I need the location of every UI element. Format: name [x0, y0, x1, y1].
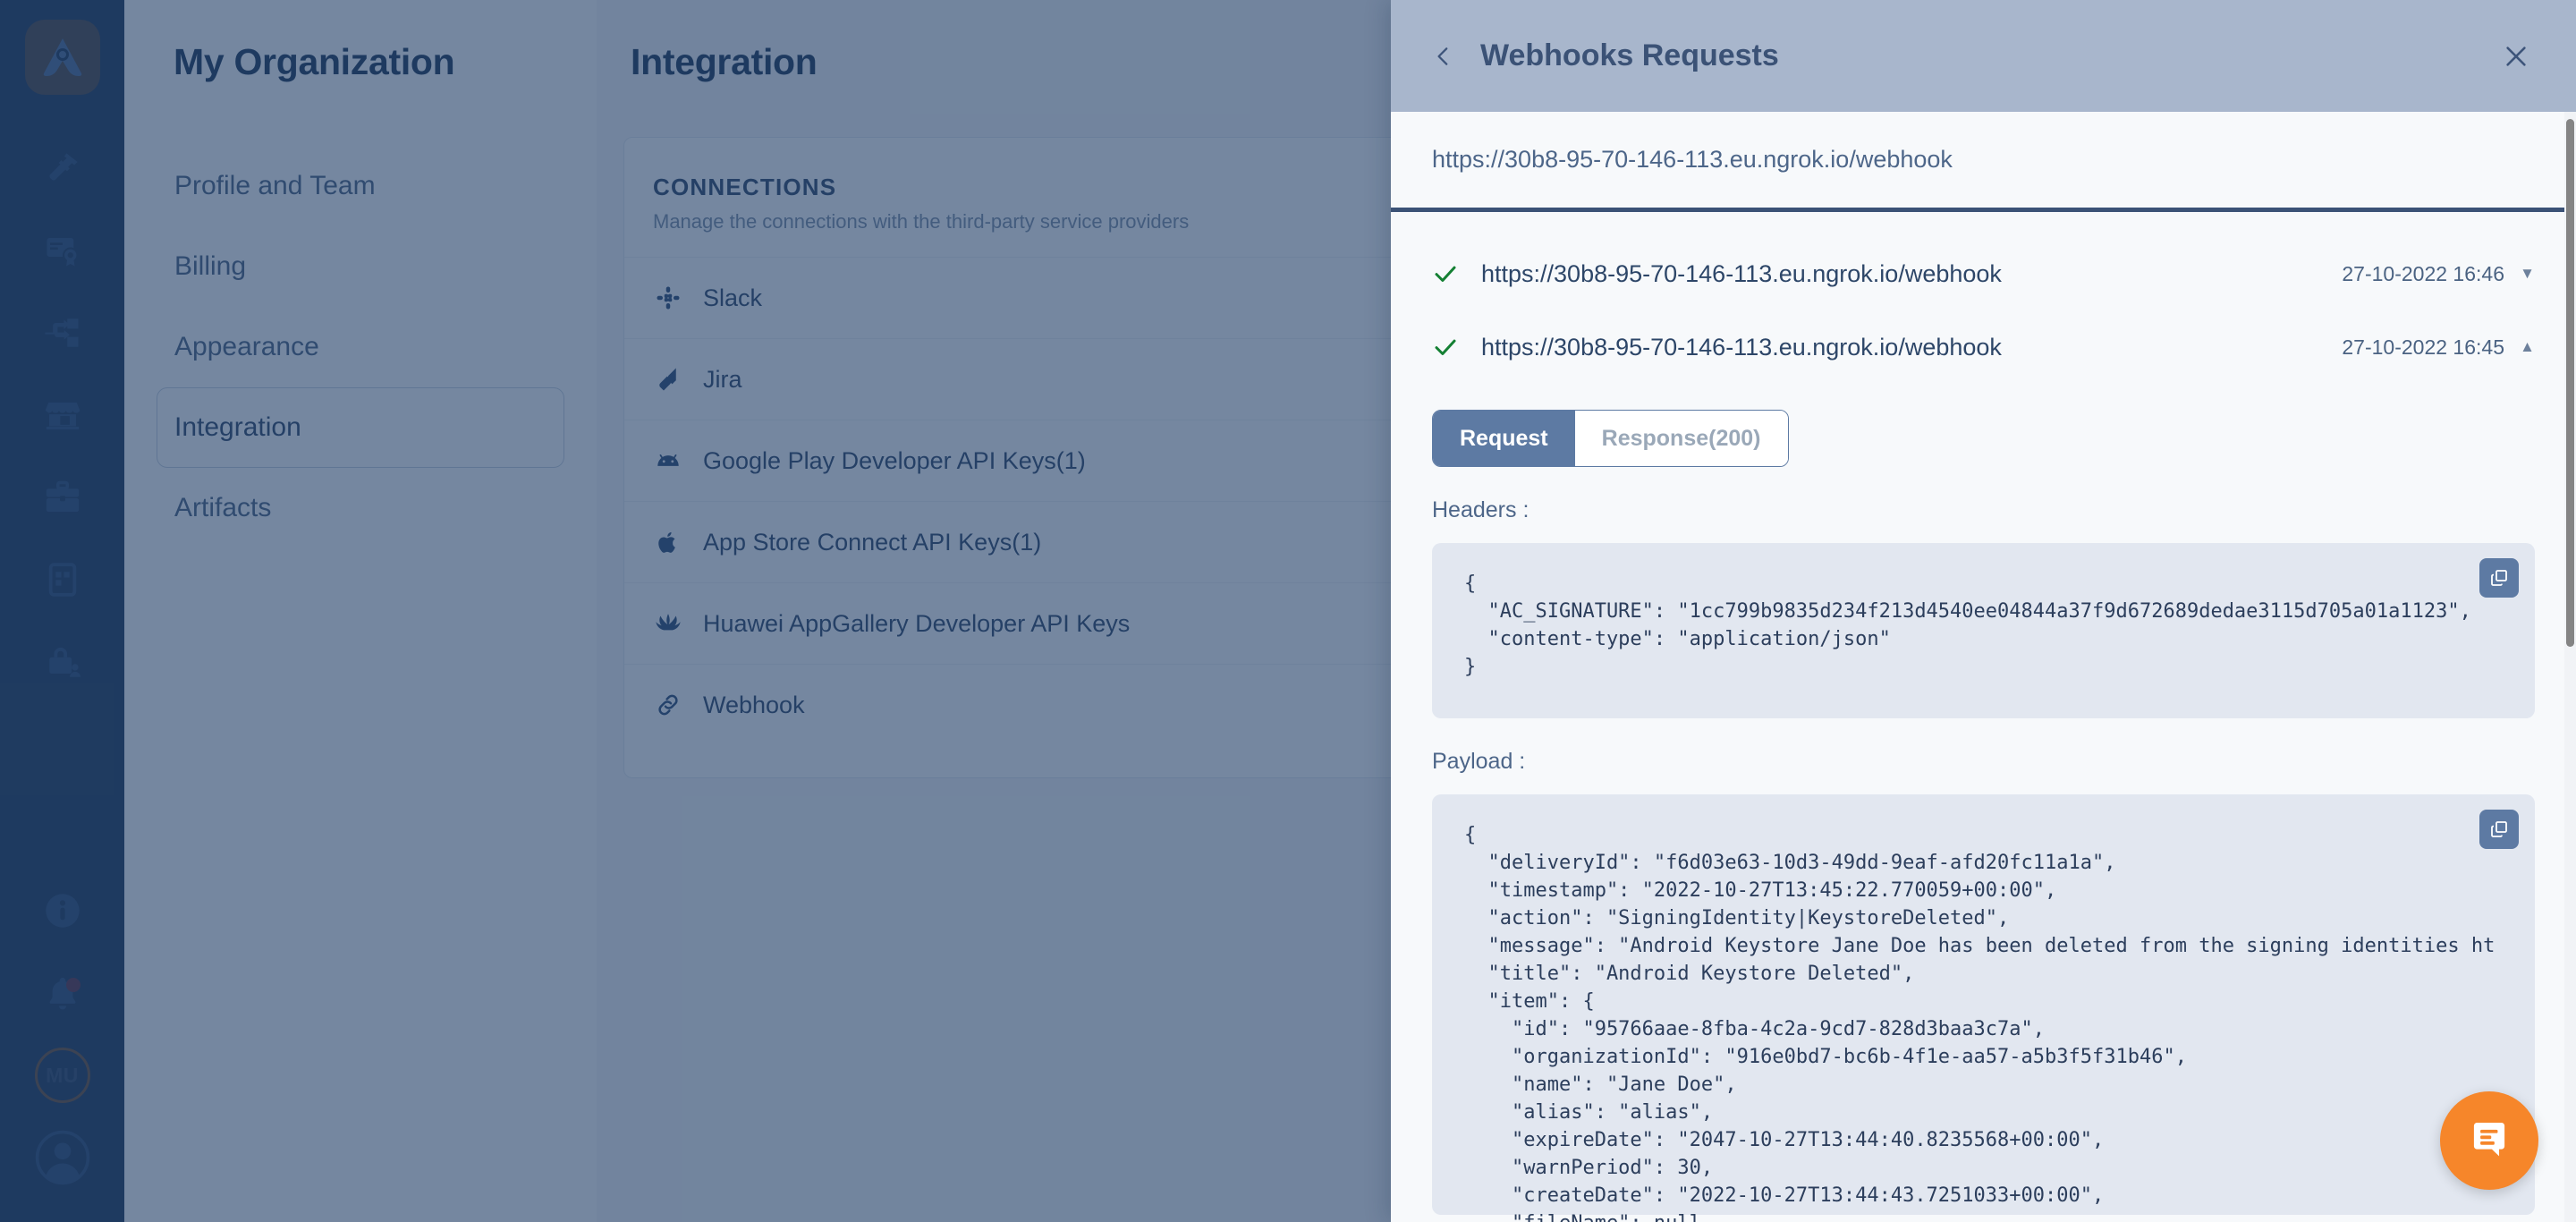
chat-bubble-icon[interactable] [2440, 1091, 2538, 1190]
table-row[interactable]: https://30b8-95-70-146-113.eu.ngrok.io/w… [1391, 237, 2576, 310]
drawer-header: Webhooks Requests [1391, 0, 2576, 112]
payload-code-block: { "deliveryId": "f6d03e63-10d3-49dd-9eaf… [1432, 794, 2535, 1222]
webhook-url-header: https://30b8-95-70-146-113.eu.ngrok.io/w… [1391, 112, 2576, 212]
check-icon [1432, 260, 1462, 287]
drawer-scrollbar-thumb[interactable] [2566, 119, 2574, 647]
payload-label: Payload : [1432, 749, 1526, 774]
headers-json: { "AC_SIGNATURE": "1cc799b9835d234f213d4… [1464, 573, 2471, 678]
check-icon [1432, 334, 1462, 361]
headers-code-block: { "AC_SIGNATURE": "1cc799b9835d234f213d4… [1432, 543, 2535, 718]
request-response-tabs: Request Response(200) [1432, 410, 1789, 467]
tab-response[interactable]: Response(200) [1574, 411, 1788, 466]
chevron-down-icon[interactable]: ▼ [2504, 265, 2535, 283]
close-icon[interactable] [2497, 38, 2535, 75]
chevron-left-icon[interactable] [1427, 39, 1461, 73]
copy-icon[interactable] [2479, 558, 2519, 598]
headers-label: Headers : [1432, 497, 1530, 522]
payload-json: { "deliveryId": "f6d03e63-10d3-49dd-9eaf… [1464, 824, 2496, 1222]
copy-icon[interactable] [2479, 810, 2519, 849]
drawer-title: Webhooks Requests [1480, 38, 1779, 72]
request-url: https://30b8-95-70-146-113.eu.ngrok.io/w… [1481, 259, 2002, 287]
request-timestamp: 27-10-2022 16:46 [2342, 261, 2504, 285]
tab-request[interactable]: Request [1433, 411, 1575, 466]
chevron-up-icon[interactable]: ▲ [2504, 338, 2535, 356]
drawer-body: https://30b8-95-70-146-113.eu.ngrok.io/w… [1391, 212, 2576, 1222]
request-url: https://30b8-95-70-146-113.eu.ngrok.io/w… [1481, 333, 2002, 361]
webhooks-requests-drawer: Webhooks Requests https://30b8-95-70-146… [1391, 0, 2576, 1222]
table-row[interactable]: https://30b8-95-70-146-113.eu.ngrok.io/w… [1391, 310, 2576, 384]
request-timestamp: 27-10-2022 16:45 [2342, 335, 2504, 359]
app-root: MU My Organization Profile and Team Bill… [0, 0, 2576, 1222]
